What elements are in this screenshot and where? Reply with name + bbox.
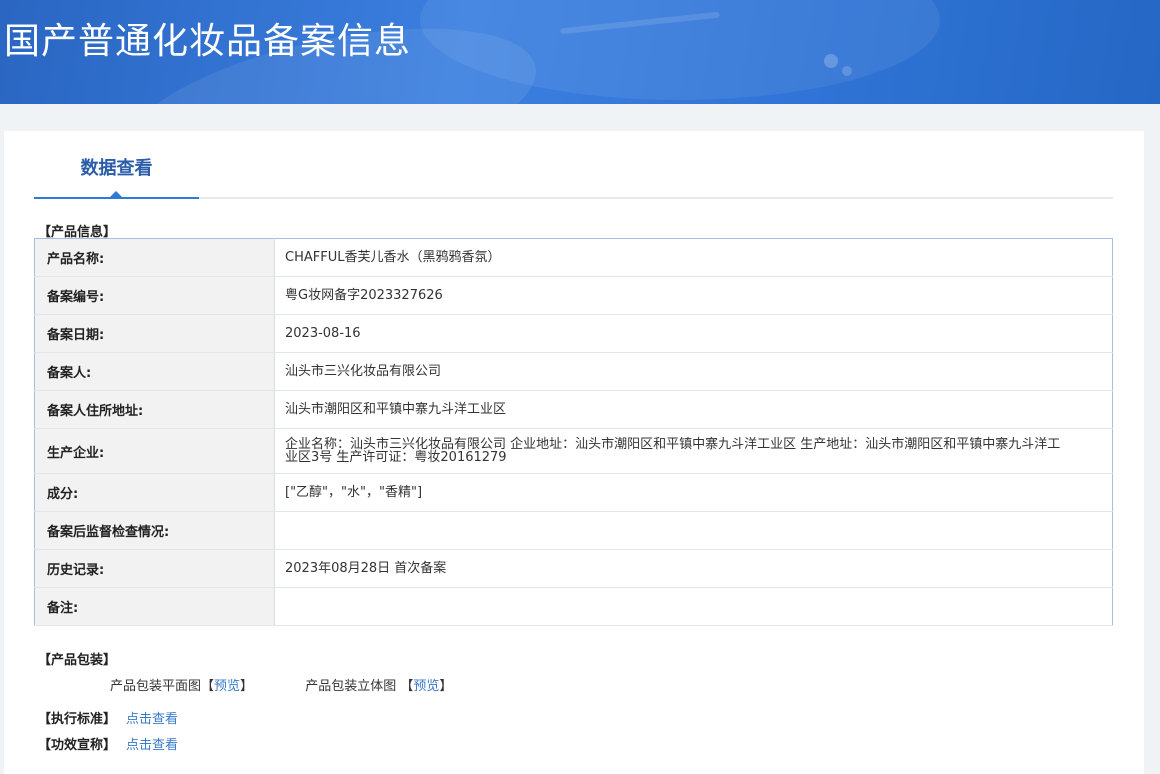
- packaging-stereo-preview-link[interactable]: 预览: [413, 679, 439, 694]
- standard-row: 【执行标准】 点击查看: [38, 708, 178, 727]
- packaging-flat-preview-link[interactable]: 预览: [214, 679, 240, 694]
- packaging-links: 产品包装平面图【预览】 产品包装立体图 【预览】: [110, 675, 452, 694]
- row-label-ingredients: 成分:: [34, 473, 275, 512]
- table-row: 备案人: 汕头市三兴化妆品有限公司: [34, 352, 1113, 391]
- row-label-product-name: 产品名称:: [34, 238, 275, 277]
- tab-active-underline: [34, 197, 199, 199]
- product-info-table: 产品名称: CHAFFUL香芙儿香水（黑鸦鸦香氛） 备案编号: 粤G妆网备字20…: [34, 238, 1113, 626]
- page-title: 国产普通化妆品备案信息: [4, 21, 412, 62]
- standard-label: 【执行标准】: [38, 712, 117, 727]
- row-value-filer-address: 汕头市潮阳区和平镇中寨九斗洋工业区: [274, 390, 1113, 429]
- standard-view-link[interactable]: 点击查看: [126, 712, 178, 727]
- row-label-remarks: 备注:: [34, 587, 275, 626]
- row-value-filing-date: 2023-08-16: [274, 314, 1113, 353]
- efficacy-row: 【功效宣称】 点击查看: [38, 734, 178, 753]
- row-label-filing-number: 备案编号:: [34, 276, 275, 315]
- tab-caret-icon: [110, 191, 122, 197]
- table-row: 产品名称: CHAFFUL香芙儿香水（黑鸦鸦香氛）: [34, 238, 1113, 277]
- row-value-ingredients: ["乙醇"，"水"，"香精"]: [274, 473, 1113, 512]
- row-label-filer-address: 备案人住所地址:: [34, 390, 275, 429]
- packaging-stereo-label: 产品包装立体图: [305, 679, 397, 694]
- tab-data-view[interactable]: 数据查看: [34, 131, 199, 197]
- table-row: 成分: ["乙醇"，"水"，"香精"]: [34, 473, 1113, 512]
- bracket-open: 【: [201, 679, 215, 694]
- packaging-section-title: 【产品包装】: [38, 653, 117, 668]
- packaging-stereo-item: 产品包装立体图 【预览】: [305, 675, 452, 694]
- bracket-close: 】: [240, 679, 254, 694]
- banner-dot: [842, 66, 852, 76]
- banner-dot: [824, 54, 838, 68]
- packaging-flat-item: 产品包装平面图【预览】: [110, 675, 253, 694]
- table-row: 生产企业: 企业名称：汕头市三兴化妆品有限公司 企业地址：汕头市潮阳区和平镇中寨…: [34, 428, 1113, 474]
- row-value-history: 2023年08月28日 首次备案: [274, 549, 1113, 588]
- table-row: 备案编号: 粤G妆网备字2023327626: [34, 276, 1113, 315]
- row-label-filing-date: 备案日期:: [34, 314, 275, 353]
- row-label-supervision: 备案后监督检查情况:: [34, 511, 275, 550]
- efficacy-label: 【功效宣称】: [38, 738, 117, 753]
- table-row: 备案日期: 2023-08-16: [34, 314, 1113, 353]
- tab-bar: 数据查看: [34, 131, 1113, 199]
- content-card: 数据查看 【产品信息】 产品名称: CHAFFUL香芙儿香水（黑鸦鸦香氛） 备案…: [4, 131, 1144, 774]
- row-value-supervision: [274, 511, 1113, 550]
- table-row: 历史记录: 2023年08月28日 首次备案: [34, 549, 1113, 588]
- row-label-manufacturer: 生产企业:: [34, 428, 275, 474]
- bracket-open: 【: [400, 679, 414, 694]
- header-banner: 国产普通化妆品备案信息: [0, 0, 1160, 104]
- row-value-remarks: [274, 587, 1113, 626]
- row-value-filing-number: 粤G妆网备字2023327626: [274, 276, 1113, 315]
- table-row: 备案人住所地址: 汕头市潮阳区和平镇中寨九斗洋工业区: [34, 390, 1113, 429]
- efficacy-view-link[interactable]: 点击查看: [126, 738, 178, 753]
- row-label-filer: 备案人:: [34, 352, 275, 391]
- table-row: 备注:: [34, 587, 1113, 626]
- row-label-history: 历史记录:: [34, 549, 275, 588]
- bracket-close: 】: [439, 679, 453, 694]
- row-value-manufacturer: 企业名称：汕头市三兴化妆品有限公司 企业地址：汕头市潮阳区和平镇中寨九斗洋工业区…: [274, 428, 1113, 474]
- row-value-product-name: CHAFFUL香芙儿香水（黑鸦鸦香氛）: [274, 238, 1113, 277]
- row-value-filer: 汕头市三兴化妆品有限公司: [274, 352, 1113, 391]
- packaging-flat-label: 产品包装平面图: [110, 679, 202, 694]
- table-row: 备案后监督检查情况:: [34, 511, 1113, 550]
